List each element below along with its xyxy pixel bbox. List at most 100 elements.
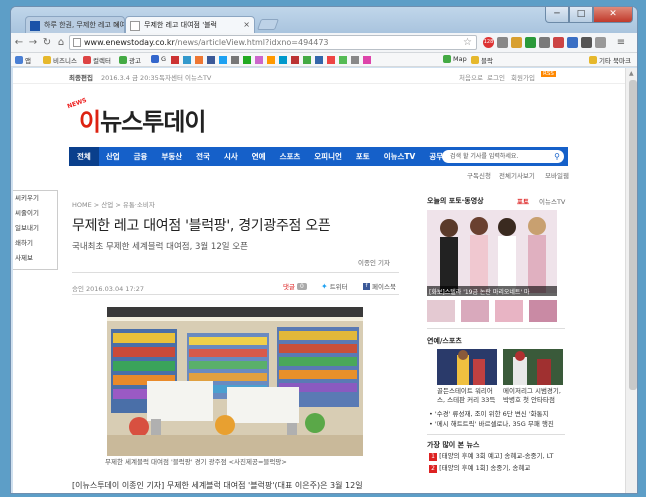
extension-icon[interactable] [567,37,578,48]
extension-icon[interactable] [581,37,592,48]
menu-icon[interactable]: ≡ [615,37,627,48]
signup-link[interactable]: 회원가입 [511,72,535,82]
bookmark-favicon-icon[interactable] [171,56,179,64]
bookmark-favicon-icon[interactable] [267,56,275,64]
bookmark-star-icon[interactable]: ☆ [463,36,472,49]
rss-icon[interactable]: RSS [541,71,556,77]
bookmark-favicon-icon[interactable] [195,56,203,64]
reload-icon[interactable]: ↻ [41,37,53,48]
news-thumbnail[interactable] [503,349,563,385]
extension-badge-icon[interactable]: 128 [483,37,494,48]
close-tab-icon[interactable]: × [113,20,120,29]
reporter-name[interactable]: 이종인 기자 [358,257,390,267]
mobile-web-link[interactable]: 모바일웹 [545,170,569,180]
breadcrumb[interactable]: HOME > 산업 > 유통·소비자 [72,199,155,209]
news-thumbnail[interactable] [437,349,497,385]
tab-enewstv[interactable]: 이뉴스TV [539,196,565,206]
most-viewed-item[interactable]: 1 [태양의 후예 3회 예고] 송혜교-송중기, LT [429,452,553,461]
scroll-up-icon[interactable]: ▲ [629,70,634,77]
bookmark-favicon-icon[interactable] [315,56,323,64]
comment-button[interactable]: 댓글 0 [283,281,307,291]
bookmark-favicon-icon[interactable] [219,56,227,64]
browser-tab-1[interactable]: 하루 한권, 무제한 레고 대여 × [25,16,125,34]
url-input[interactable]: www.enewstoday.co.kr/news/articleView.ht… [69,35,477,50]
bookmark-favicon-icon[interactable] [327,56,335,64]
news-caption[interactable]: 골든스테이트 워리어 [437,387,493,396]
site-search-input[interactable]: 검색 할 기사를 입력하세요. ⚲ [442,150,564,163]
bookmark-favicon-icon[interactable] [183,56,191,64]
extension-icon[interactable] [525,37,536,48]
bookmark-item[interactable]: 광고 [119,55,141,65]
nav-item-finance[interactable]: 금융 [127,151,155,162]
photo-main-thumbnail[interactable] [427,210,557,293]
nav-item-sports[interactable]: 스포츠 [273,151,308,162]
minimize-button[interactable]: ─ [545,7,569,23]
bookmark-favicon-icon[interactable] [339,56,347,64]
reader-center-link[interactable]: 독자센터 [159,72,183,82]
enews-tv-link[interactable]: 이뉴스TV [185,72,211,82]
login-link[interactable]: 로그인 [487,72,505,82]
news-bullet-item[interactable]: • '수경' 류성재, 조이 위한 6단 변신 '화통지 [429,410,549,419]
nav-item-photo[interactable]: 포토 [349,151,377,162]
nav-item-enewstv[interactable]: 이뉴스TV [377,151,423,162]
most-viewed-item[interactable]: 2 [태양의 후예 1회] 송중기, 송혜교 [429,464,530,473]
bookmark-favicon-icon[interactable] [303,56,311,64]
bookmark-favicon-icon[interactable] [207,56,215,64]
font-larger-button[interactable]: 씨키우기 [13,191,57,206]
extension-icon[interactable] [553,37,564,48]
photo-small-thumbnail[interactable] [529,300,557,322]
scrollbar-thumb[interactable] [629,80,637,390]
subscribe-link[interactable]: 구독신청 [467,170,491,180]
nav-item-current[interactable]: 시사 [217,151,245,162]
close-window-button[interactable]: ✕ [593,7,633,23]
bookmark-other[interactable]: 기타 북마크 [589,55,631,65]
vertical-scrollbar[interactable]: ▲ [625,68,637,493]
close-tab-icon[interactable]: × [243,20,250,29]
extension-icon[interactable] [497,37,508,48]
bookmark-favicon-icon[interactable] [255,56,263,64]
browser-tab-2[interactable]: 무제한 레고 대여점 '블럭 × [125,16,255,34]
forward-arrow-icon[interactable]: → [27,37,39,48]
bookmark-item[interactable]: 컬렉터 [83,55,111,65]
news-caption[interactable]: 박병호 첫 안타타점 [503,396,555,405]
extension-icon[interactable] [539,37,550,48]
bookmark-favicon-icon[interactable] [363,56,371,64]
bookmark-item[interactable]: Map [443,55,467,63]
bookmark-item[interactable]: 블락 [471,55,493,65]
search-icon[interactable]: ⚲ [554,150,560,163]
bookmark-item[interactable]: 비즈니스 [43,55,77,65]
bookmark-favicon-icon[interactable] [243,56,251,64]
bookmark-favicon-icon[interactable] [231,56,239,64]
report-button[interactable]: 사제보 [13,251,57,266]
back-arrow-icon[interactable]: ← [13,37,25,48]
nav-item-realestate[interactable]: 부동산 [154,151,189,162]
bookmark-item[interactable]: G [151,55,166,63]
news-caption[interactable]: 메이저리그 시범경기, [503,387,561,396]
news-bullet-item[interactable]: • '메시 해트트릭' 바르셀로나, 35G 무패 행진 [429,420,554,429]
news-caption[interactable]: 스, 스테판 커리 33득 [437,396,495,405]
email-article-button[interactable]: 일보내기 [13,221,57,236]
extension-icon[interactable] [511,37,522,48]
new-tab-button[interactable] [256,19,280,30]
home-link[interactable]: 처음으로 [459,72,483,82]
maximize-button[interactable]: □ [569,7,593,23]
nav-item-industry[interactable]: 산업 [99,151,127,162]
photo-caption[interactable]: [화보]스텔라 '19금 논란 마리오네트' 마 [429,287,530,296]
nav-item-opinion[interactable]: 오피니언 [307,151,349,162]
extension-icon[interactable] [595,37,606,48]
bookmark-favicon-icon[interactable] [279,56,287,64]
facebook-share-button[interactable]: f 페이스북 [363,281,396,291]
font-smaller-button[interactable]: 씨줄이기 [13,206,57,221]
bookmark-favicon-icon[interactable] [351,56,359,64]
twitter-share-button[interactable]: ✦ 트위터 [321,281,348,292]
nav-item-all[interactable]: 전체 [69,147,99,166]
print-button[interactable]: 쇄하기 [13,236,57,251]
all-articles-link[interactable]: 전체기사보기 [499,170,535,180]
bookmark-apps[interactable]: 앱 [15,55,31,65]
nav-item-national[interactable]: 전국 [189,151,217,162]
tab-photo[interactable]: 포토 [517,196,529,206]
nav-item-entertainment[interactable]: 연예 [245,151,273,162]
home-icon[interactable]: ⌂ [55,37,67,48]
bookmark-favicon-icon[interactable] [291,56,299,64]
photo-small-thumbnail[interactable] [427,300,455,322]
